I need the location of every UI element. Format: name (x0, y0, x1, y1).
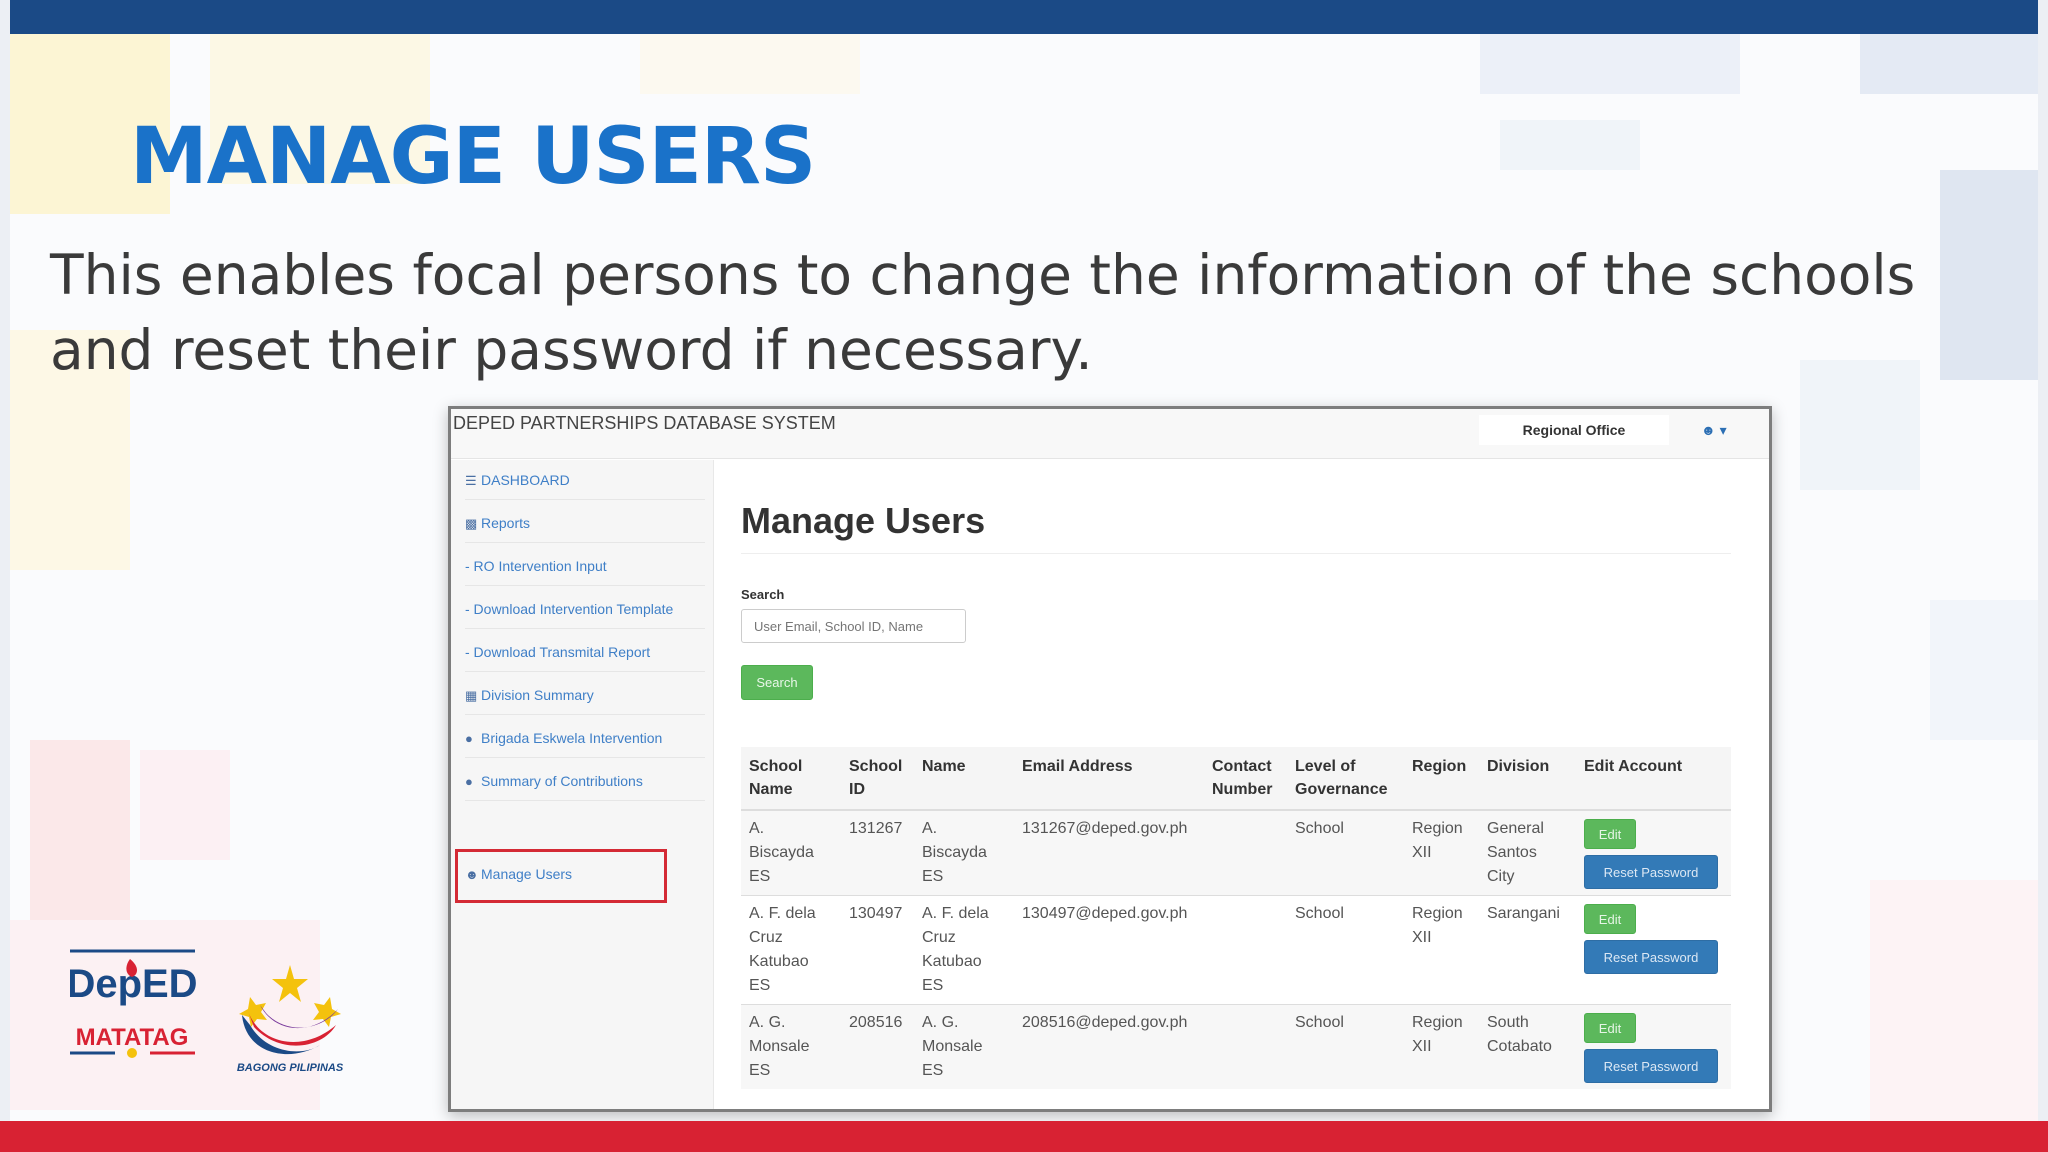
reset-password-button[interactable]: Reset Password (1584, 855, 1718, 889)
cell-school-name: A. Biscayda ES (741, 809, 841, 896)
caret-down-icon: ▾ (1719, 422, 1727, 438)
deped-matatag-logo: DepED MATATAG (70, 949, 198, 1058)
reset-password-button[interactable]: Reset Password (1584, 1049, 1718, 1083)
user-menu-dropdown[interactable]: ☻ ▾ (1701, 415, 1751, 445)
cell-edit-account: Edit Reset Password (1576, 809, 1731, 896)
table-row: A. G. Monsale ES 208516 A. G. Monsale ES… (741, 1004, 1731, 1089)
book-icon: ▦ (465, 688, 478, 703)
edit-button[interactable]: Edit (1584, 1013, 1636, 1043)
cell-school-id: 131267 (841, 809, 914, 896)
search-label: Search (741, 587, 785, 602)
column-header-division: Division (1479, 747, 1576, 811)
slide: MANAGE USERS This enables focal persons … (0, 0, 2048, 1152)
search-input[interactable] (741, 609, 966, 643)
bottom-color-bar (0, 1121, 2048, 1152)
user-icon: ☻ (1701, 422, 1716, 438)
cell-level: School (1287, 809, 1404, 896)
divider (741, 553, 1731, 554)
table-header-row: School Name School ID Name Email Address… (741, 747, 1731, 811)
slide-title: MANAGE USERS (130, 112, 816, 202)
cell-school-id: 130497 (841, 895, 914, 1005)
decorative-square (30, 740, 130, 920)
decorative-square (640, 34, 860, 94)
sidebar-item-brigada-eskwela-intervention[interactable]: ● Brigada Eskwela Intervention (465, 718, 705, 758)
sidebar-item-ro-intervention-input[interactable]: - RO Intervention Input (465, 546, 705, 586)
sidebar-item-reports[interactable]: ▩ Reports (465, 503, 705, 543)
svg-text:BAGONG PILIPINAS: BAGONG PILIPINAS (237, 1062, 344, 1074)
column-header-edit-account: Edit Account (1576, 747, 1731, 811)
edit-button[interactable]: Edit (1584, 819, 1636, 849)
bar-chart-icon: ▩ (465, 516, 478, 531)
cell-region: Region XII (1404, 1004, 1479, 1089)
cell-school-id: 208516 (841, 1004, 914, 1089)
sidebar-item-download-intervention-template[interactable]: - Download Intervention Template (465, 589, 705, 629)
users-table: School Name School ID Name Email Address… (741, 747, 1731, 1089)
right-edge (2038, 0, 2048, 1152)
column-header-region: Region (1404, 747, 1479, 811)
sidebar-item-division-summary[interactable]: ▦ Division Summary (465, 675, 705, 715)
app-sidebar: ☰ DASHBOARD ▩ Reports - RO Intervention In… (451, 460, 714, 1109)
sidebar-item-download-transmital-report[interactable]: - Download Transmital Report (465, 632, 705, 672)
group-icon: ● (465, 731, 473, 746)
column-header-contact-number: Contact Number (1204, 747, 1287, 811)
cell-contact (1204, 809, 1287, 896)
cell-name: A. Biscayda ES (914, 809, 1014, 896)
decorative-square (1930, 600, 2038, 740)
cell-division: Sarangani (1479, 895, 1576, 1005)
cell-edit-account: Edit Reset Password (1576, 895, 1731, 1005)
list-icon: ☰ (465, 473, 477, 488)
highlight-box (455, 849, 667, 903)
left-edge (0, 0, 10, 1152)
app-screenshot: DEPED PARTNERSHIPS DATABASE SYSTEM Regio… (448, 406, 1772, 1112)
sidebar-item-summary-of-contributions[interactable]: ● Summary of Contributions (465, 761, 705, 801)
decorative-square (1500, 120, 1640, 170)
decorative-square (1870, 880, 2038, 1121)
column-header-name: Name (914, 747, 1014, 811)
cell-level: School (1287, 895, 1404, 1005)
page-title: Manage Users (741, 500, 986, 541)
cell-name: A. G. Monsale ES (914, 1004, 1014, 1089)
column-header-school-name: School Name (741, 747, 841, 811)
decorative-square (1860, 34, 2038, 94)
cell-division: General Santos City (1479, 809, 1576, 896)
logo-group: DepED MATATAG BAGONG PILIPINAS (70, 945, 360, 1075)
main-content: Manage Users Search Search School Name S… (741, 460, 1761, 1109)
cell-email: 130497@deped.gov.ph (1014, 895, 1204, 1005)
cell-division: South Cotabato (1479, 1004, 1576, 1089)
cell-contact (1204, 1004, 1287, 1089)
column-header-level-of-governance: Level of Governance (1287, 747, 1404, 811)
table-row: A. Biscayda ES 131267 A. Biscayda ES 131… (741, 809, 1731, 896)
cell-email: 208516@deped.gov.ph (1014, 1004, 1204, 1089)
column-header-school-id: School ID (841, 747, 914, 811)
table-row: A. F. dela Cruz Katubao ES 130497 A. F. … (741, 895, 1731, 1005)
app-brand[interactable]: DEPED PARTNERSHIPS DATABASE SYSTEM (453, 413, 836, 434)
cell-email: 131267@deped.gov.ph (1014, 809, 1204, 896)
cell-region: Region XII (1404, 895, 1479, 1005)
cell-edit-account: Edit Reset Password (1576, 1004, 1731, 1089)
column-header-email-address: Email Address (1014, 747, 1204, 811)
top-color-bar (0, 0, 2048, 34)
decorative-square (1940, 170, 2038, 380)
edit-button[interactable]: Edit (1584, 904, 1636, 934)
decorative-square (1480, 34, 1740, 94)
cell-school-name: A. F. dela Cruz Katubao ES (741, 895, 841, 1005)
group-icon: ● (465, 774, 473, 789)
cell-name: A. F. dela Cruz Katubao ES (914, 895, 1014, 1005)
search-button[interactable]: Search (741, 665, 813, 700)
cell-school-name: A. G. Monsale ES (741, 1004, 841, 1089)
office-label: Regional Office (1479, 415, 1669, 445)
decorative-square (140, 750, 230, 860)
sidebar-item-dashboard[interactable]: ☰ DASHBOARD (465, 460, 705, 500)
app-navbar: DEPED PARTNERSHIPS DATABASE SYSTEM Regio… (451, 409, 1769, 459)
bagong-pilipinas-logo: BAGONG PILIPINAS (237, 965, 344, 1074)
cell-contact (1204, 895, 1287, 1005)
cell-region: Region XII (1404, 809, 1479, 896)
svg-text:MATATAG: MATATAG (76, 1024, 189, 1051)
slide-description: This enables focal persons to change the… (50, 243, 1916, 382)
cell-level: School (1287, 1004, 1404, 1089)
reset-password-button[interactable]: Reset Password (1584, 940, 1718, 974)
